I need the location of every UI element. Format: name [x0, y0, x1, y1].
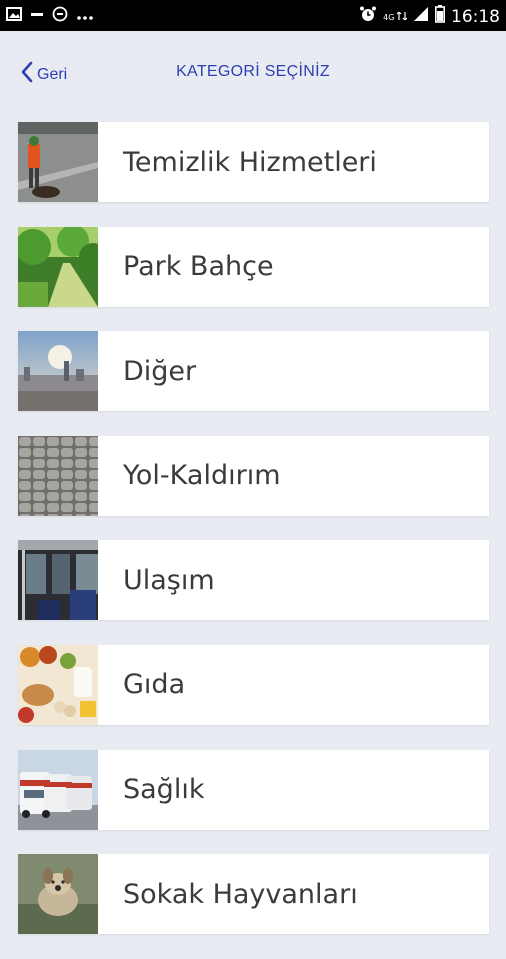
more-dots-icon	[76, 7, 94, 26]
category-item-diger[interactable]: Diğer	[18, 331, 489, 412]
status-bar: 4G 16:18	[0, 0, 506, 31]
battery-icon	[435, 5, 445, 28]
status-time: 16:18	[451, 6, 500, 27]
category-label: Diğer	[123, 355, 197, 387]
image-icon	[6, 7, 22, 26]
cobblestone-photo	[18, 435, 98, 516]
category-label: Sağlık	[123, 774, 205, 806]
nav-bar: Geri KATEGORİ SEÇİNİZ	[0, 31, 506, 119]
alarm-icon	[359, 5, 377, 28]
network-icon: 4G	[383, 10, 408, 22]
category-label: Ulaşım	[123, 564, 215, 596]
category-label: Yol-Kaldırım	[123, 460, 281, 492]
street-sweeper-photo	[18, 122, 98, 202]
category-item-saglik[interactable]: Sağlık	[18, 749, 489, 830]
signal-icon	[413, 6, 429, 27]
category-label: Park Bahçe	[123, 251, 274, 283]
category-label: Gıda	[123, 669, 186, 701]
bus-interior-photo	[18, 540, 98, 621]
category-item-sokak-hayvanlari[interactable]: Sokak Hayvanları	[18, 854, 489, 935]
category-label: Sokak Hayvanları	[123, 878, 358, 910]
category-item-gida[interactable]: Gıda	[18, 644, 489, 725]
category-item-yol-kaldirim[interactable]: Yol-Kaldırım	[18, 435, 489, 516]
category-list: Temizlik Hizmetleri Park Bahçe Diğer Yol…	[18, 122, 489, 959]
page-title: KATEGORİ SEÇİNİZ	[176, 63, 330, 80]
category-item-ulasim[interactable]: Ulaşım	[18, 540, 489, 621]
status-left-icons	[6, 6, 94, 27]
circle-icon	[52, 6, 68, 27]
park-path-photo	[18, 226, 98, 307]
stray-dog-photo	[18, 854, 98, 935]
ambulances-photo	[18, 749, 98, 830]
food-produce-photo	[18, 644, 98, 725]
category-item-park-bahce[interactable]: Park Bahçe	[18, 226, 489, 307]
city-skyline-photo	[18, 331, 98, 412]
category-item-temizlik[interactable]: Temizlik Hizmetleri	[18, 122, 489, 202]
minus-icon	[30, 7, 44, 26]
status-right-icons: 4G 16:18	[359, 5, 500, 28]
category-label: Temizlik Hizmetleri	[123, 146, 377, 178]
